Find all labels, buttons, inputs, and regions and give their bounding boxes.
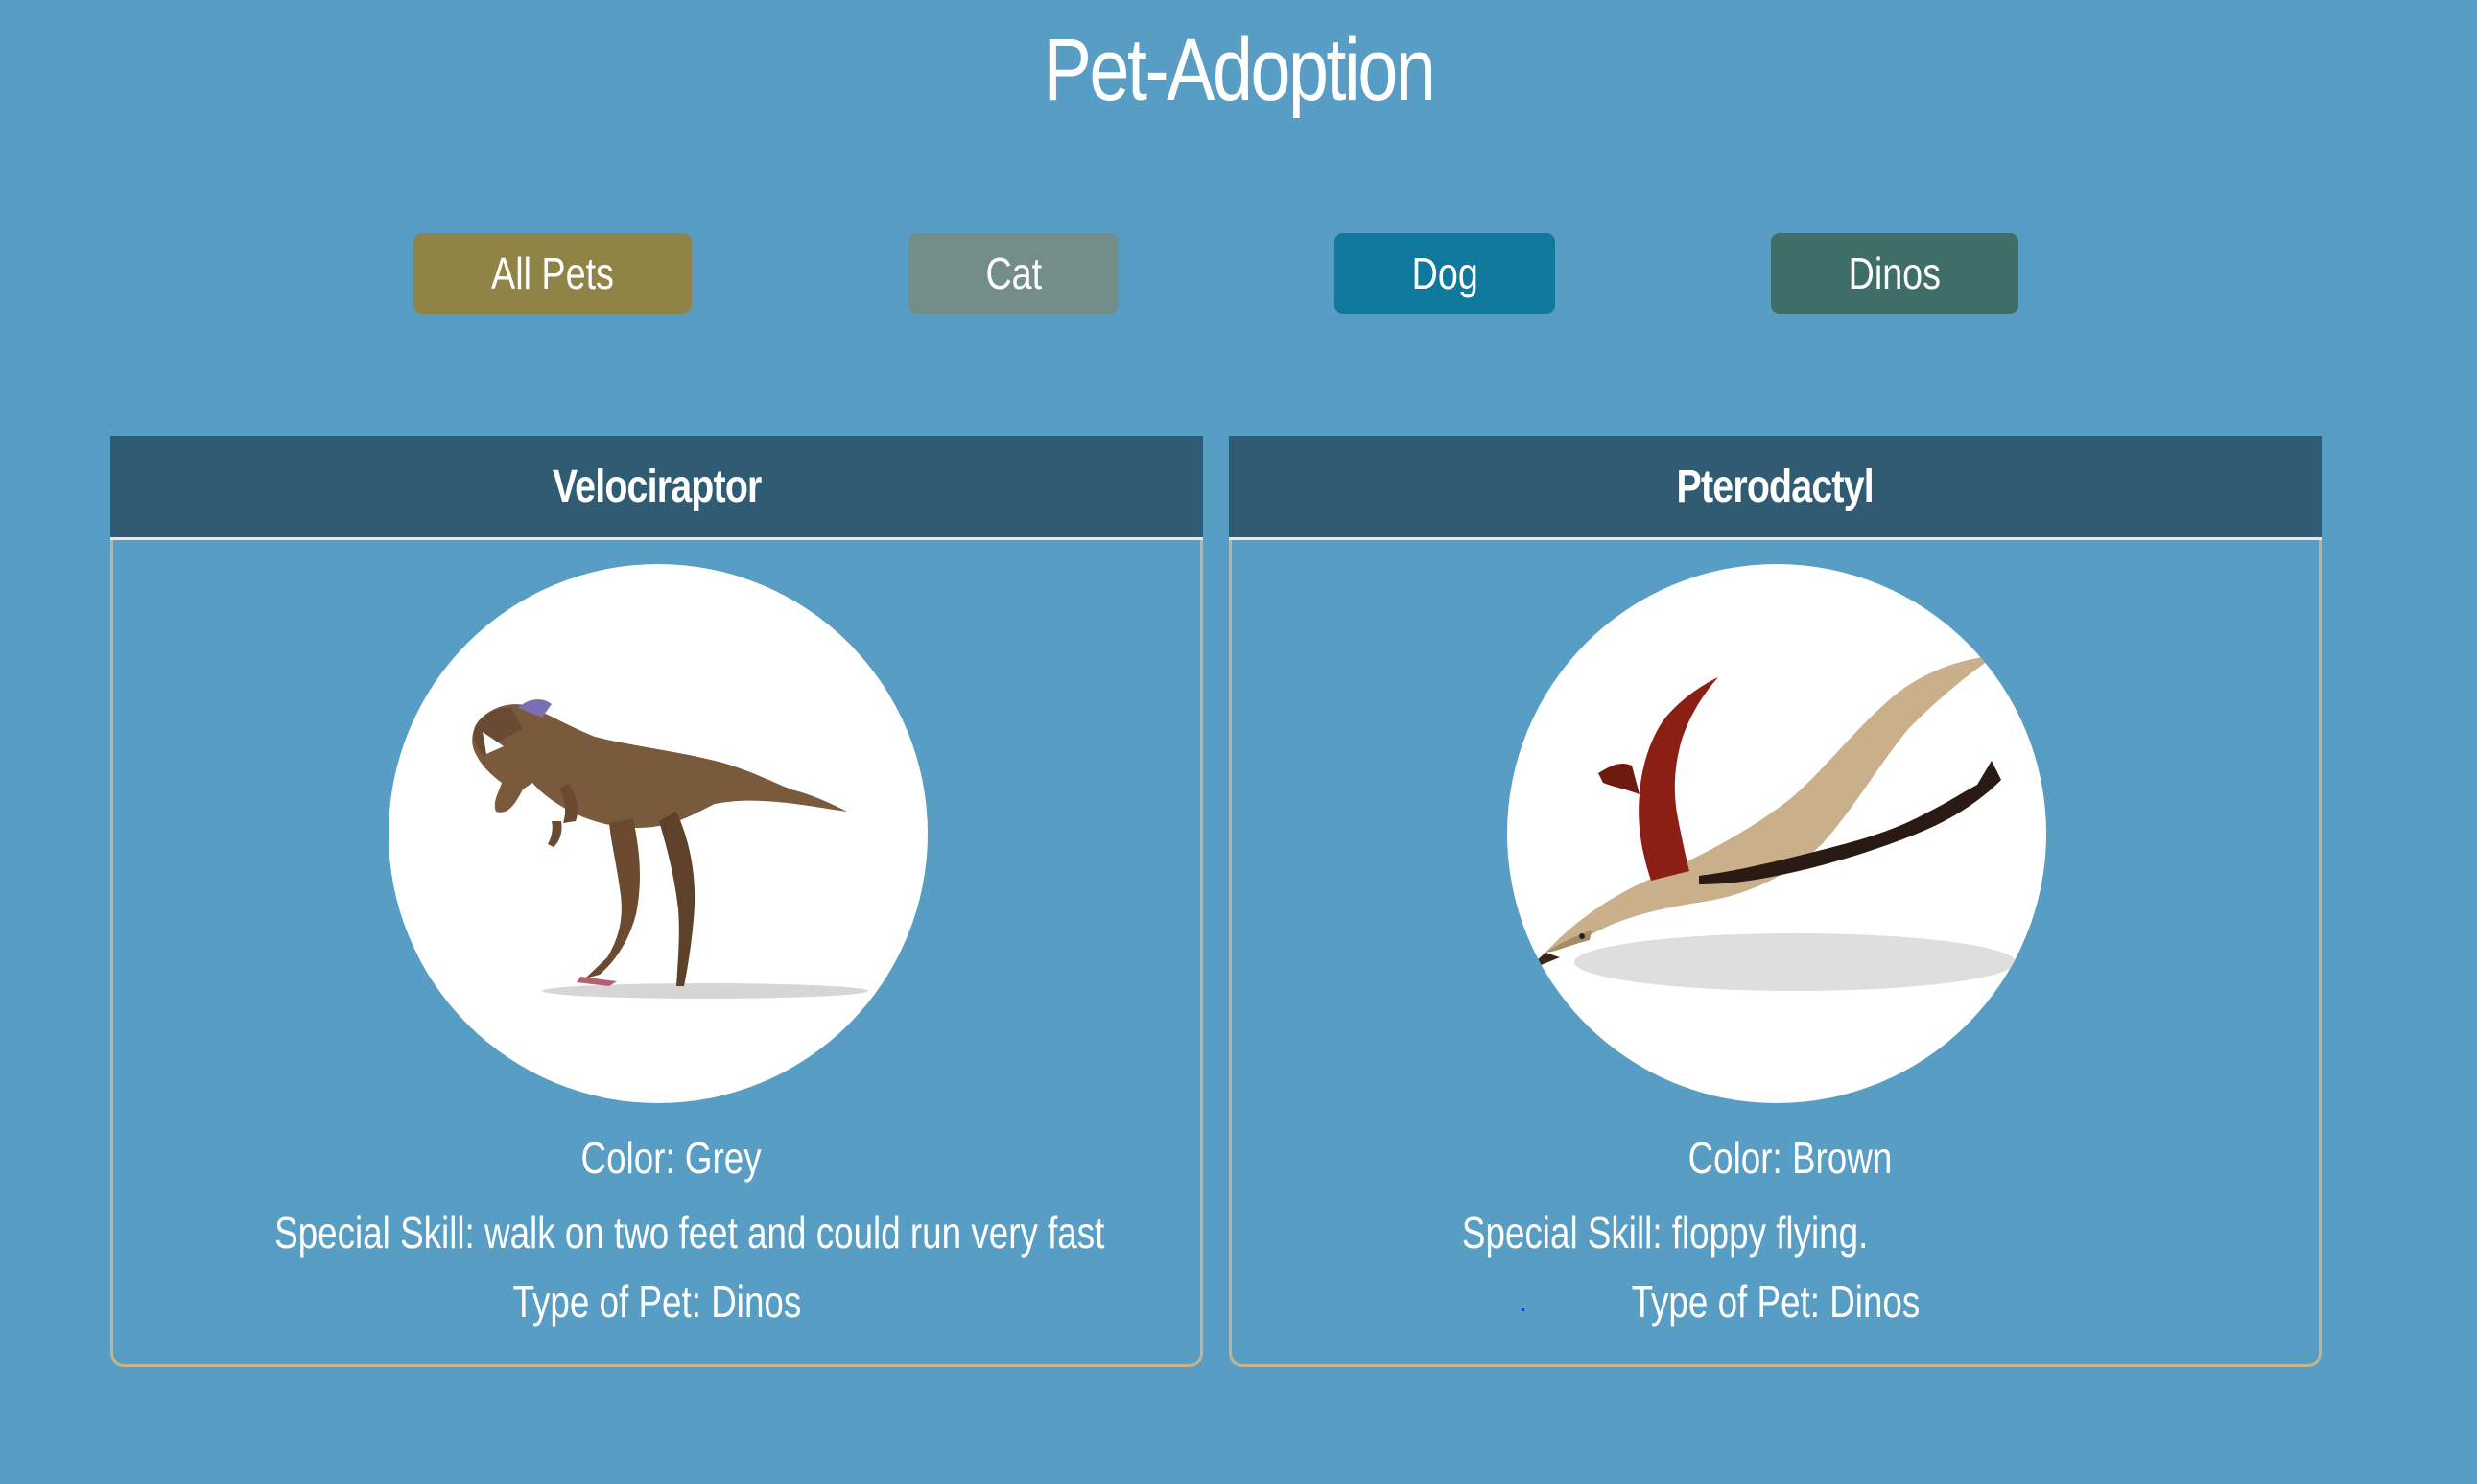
dog-button-label: Dog <box>1411 248 1478 298</box>
all-pets-button[interactable]: All Pets <box>413 233 692 314</box>
cat-button-label: Cat <box>985 248 1042 298</box>
page-title: Pet-Adoption <box>1043 21 1436 119</box>
pet-card-pterodactyl: Pterodactyl Color: Brown Special Skill: … <box>1229 436 2322 1367</box>
pet-card-header: Pterodactyl <box>1229 436 2322 540</box>
pet-type: Type of Pet: Dinos <box>113 1276 1200 1328</box>
pet-special-skill-text: Special Skill: floppy flying. <box>1461 1208 1869 1258</box>
pet-type: Type of Pet: Dinos <box>1232 1276 2319 1328</box>
pet-card-header: Velociraptor <box>110 436 1203 540</box>
pterodactyl-illustration <box>1524 655 2016 991</box>
pet-name: Pterodactyl <box>1676 461 1875 512</box>
pet-type-text: Type of Pet: Dinos <box>1631 1277 1920 1327</box>
pet-special-skill: Special Skill: floppy flying. <box>1011 1207 2319 1259</box>
all-pets-button-label: All Pets <box>491 248 614 298</box>
dinos-button-label: Dinos <box>1848 248 1942 298</box>
pet-color: Color: Brown <box>1261 1132 2319 1184</box>
dinos-button[interactable]: Dinos <box>1771 233 2018 314</box>
pet-color-text: Color: Brown <box>1687 1133 1892 1183</box>
pet-type-text: Type of Pet: Dinos <box>512 1277 801 1327</box>
pet-color: Color: Grey <box>142 1132 1200 1184</box>
pterodactyl-photo <box>1507 564 2046 1103</box>
cat-button[interactable]: Cat <box>908 233 1119 314</box>
velociraptor-illustration <box>472 699 868 999</box>
dog-button[interactable]: Dog <box>1334 233 1555 314</box>
pet-name: Velociraptor <box>552 461 762 512</box>
pet-color-text: Color: Grey <box>580 1133 762 1183</box>
velociraptor-photo <box>389 564 928 1103</box>
pet-special-skill-text: Special Skill: walk on two feet and coul… <box>274 1208 1105 1258</box>
